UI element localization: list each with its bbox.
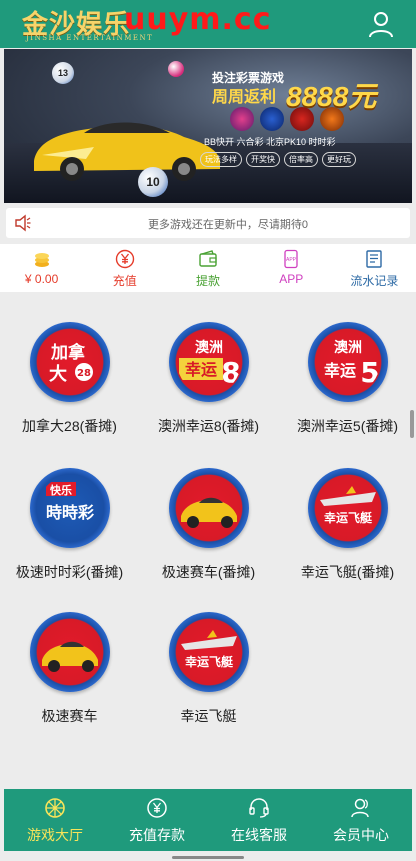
badge-pk10 [290, 107, 314, 131]
game-lucky-airship-fantan[interactable]: 幸运飞艇 幸运飞艇(番摊) [278, 468, 416, 588]
user-icon[interactable] [366, 9, 396, 39]
wheel-icon [45, 798, 65, 818]
recharge-button[interactable]: 充值 [83, 244, 166, 292]
badge-bb [230, 107, 254, 131]
svg-text:幸运: 幸运 [324, 361, 356, 380]
bottom-nav: 游戏大厅 充值存款 在线客服 会员中心 [4, 789, 412, 851]
game-name: 极速赛车(番摊) [161, 564, 256, 580]
game-name: 幸运飞艇(番摊) [300, 564, 395, 580]
yen-circle-icon [147, 798, 167, 818]
game-aus-lucky8-fantan[interactable]: 澳洲 幸运 8 澳洲幸运8(番摊) [139, 322, 278, 442]
game-logo: 加拿 大 28 [30, 322, 110, 402]
yen-circle-icon [115, 249, 134, 269]
home-indicator [172, 856, 244, 859]
promo-lottos: BB快开 六合彩 北京PK10 时时彩 [204, 137, 336, 147]
records-label: 流水记录 [350, 274, 399, 288]
svg-text:時時彩: 時時彩 [46, 503, 94, 522]
watermark-text: uuym.cc [124, 2, 272, 37]
game-logo: 澳洲 幸运 8 [169, 322, 249, 402]
speed-ssc-logo: 快乐 時時彩 [38, 476, 102, 540]
game-logo [169, 468, 249, 548]
notice-text: 更多游戏还在更新中，尽请期待0 [147, 219, 309, 231]
game-name: 加拿大28(番摊) [22, 418, 117, 434]
game-speed-racing[interactable]: 极速赛车 [0, 612, 139, 732]
svg-text:快乐: 快乐 [49, 483, 72, 497]
game-speed-ssc-fantan[interactable]: 快乐 時時彩 极速时时彩(番摊) [0, 468, 139, 588]
svg-text:幸运飞艇: 幸运飞艇 [324, 510, 373, 525]
nav-label: 在线客服 [231, 827, 287, 843]
nav-member-center[interactable]: 会员中心 [310, 789, 412, 851]
promo-line2: 周周返利 [212, 89, 277, 106]
badge-marksix [260, 107, 284, 131]
game-logo: 幸运飞艇 [169, 612, 249, 692]
game-logo: 快乐 時時彩 [30, 468, 110, 548]
lucky-airship-logo: 幸运飞艇 [316, 476, 380, 540]
lucky-airship-logo: 幸运飞艇 [177, 620, 241, 684]
svg-text:加拿: 加拿 [50, 342, 86, 363]
records-button[interactable]: 流水记录 [333, 244, 416, 292]
svg-text:幸运飞艇: 幸运飞艇 [185, 654, 234, 669]
app-label: APP [279, 272, 304, 286]
promo-banner[interactable]: 13 10 投注彩票游戏 周周返利 8888元 BB快开 六合彩 北京PK10 … [4, 49, 412, 203]
app-button[interactable]: APP APP [250, 244, 333, 292]
nav-recharge[interactable]: 充值存款 [106, 789, 208, 851]
game-logo [30, 612, 110, 692]
game-aus-lucky5-fantan[interactable]: 澳洲 幸运 5 澳洲幸运5(番摊) [278, 322, 416, 442]
badge-ssc [320, 107, 344, 131]
game-logo: 澳洲 幸运 5 [308, 322, 388, 402]
promo-tag: 更好玩 [322, 152, 356, 167]
notice-bar: 更多游戏还在更新中，尽请期待0 [6, 208, 410, 238]
nav-customer-service[interactable]: 在线客服 [208, 789, 310, 851]
svg-text:澳洲: 澳洲 [195, 339, 223, 356]
svg-text:APP: APP [286, 257, 297, 263]
promo-tag: 玩法多样 [200, 152, 242, 167]
aus-lucky8-logo: 澳洲 幸运 8 [177, 330, 241, 394]
game-name: 澳洲幸运8(番摊) [157, 418, 260, 434]
withdraw-label: 提款 [196, 274, 221, 288]
scrollbar-thumb[interactable] [410, 410, 414, 438]
game-speed-racing-fantan[interactable]: 极速赛车(番摊) [139, 468, 278, 588]
sports-car-image [34, 122, 220, 181]
game-name: 澳洲幸运5(番摊) [296, 418, 399, 434]
coins-icon [34, 253, 49, 267]
promo-tags: 玩法多样 开奖快 倍率高 更好玩 [200, 152, 356, 167]
canada28-logo: 加拿 大 28 [38, 330, 102, 394]
game-lucky-airship[interactable]: 幸运飞艇 幸运飞艇 [139, 612, 278, 732]
svg-text:28: 28 [77, 368, 91, 379]
svg-text:8: 8 [221, 356, 240, 389]
top-header: 金沙娱乐 JINSHA ENTERTAINMENT uuym.cc [0, 0, 416, 48]
quick-actions: ¥ 0.00 充值 提款 APP APP 流水记录 [0, 244, 416, 292]
lottery-ball-13: 13 [52, 62, 74, 84]
game-name: 幸运飞艇 [180, 708, 237, 724]
app-icon: APP [284, 249, 298, 269]
recharge-label: 充值 [112, 274, 137, 288]
svg-text:大: 大 [49, 363, 67, 385]
promo-tag: 开奖快 [246, 152, 280, 167]
svg-text:幸运: 幸运 [185, 360, 217, 379]
nav-game-hall[interactable]: 游戏大厅 [4, 789, 106, 851]
balance-label: ¥ 0.00 [24, 272, 59, 286]
lottery-ball-10: 10 [138, 167, 168, 197]
game-name: 极速时时彩(番摊) [15, 564, 124, 580]
wallet-icon [199, 250, 217, 267]
withdraw-button[interactable]: 提款 [166, 244, 249, 292]
aus-lucky5-logo: 澳洲 幸运 5 [316, 330, 380, 394]
lottery-ball-pink [168, 61, 184, 77]
balance-item[interactable]: ¥ 0.00 [0, 244, 83, 292]
ledger-icon [366, 250, 383, 268]
game-name: 极速赛车 [41, 708, 98, 724]
race-car-logo [38, 620, 102, 684]
promo-tag: 倍率高 [284, 152, 318, 167]
svg-text:澳洲: 澳洲 [334, 339, 362, 356]
race-car-logo [177, 476, 241, 540]
lottery-badges [230, 107, 344, 131]
nav-label: 充值存款 [129, 827, 185, 843]
members-icon [351, 798, 369, 818]
game-logo: 幸运飞艇 [308, 468, 388, 548]
svg-text:5: 5 [360, 356, 379, 389]
nav-label: 游戏大厅 [27, 827, 83, 843]
headset-icon [249, 798, 269, 818]
game-canada28-fantan[interactable]: 加拿 大 28 加拿大28(番摊) [0, 322, 139, 442]
nav-label: 会员中心 [333, 827, 389, 843]
